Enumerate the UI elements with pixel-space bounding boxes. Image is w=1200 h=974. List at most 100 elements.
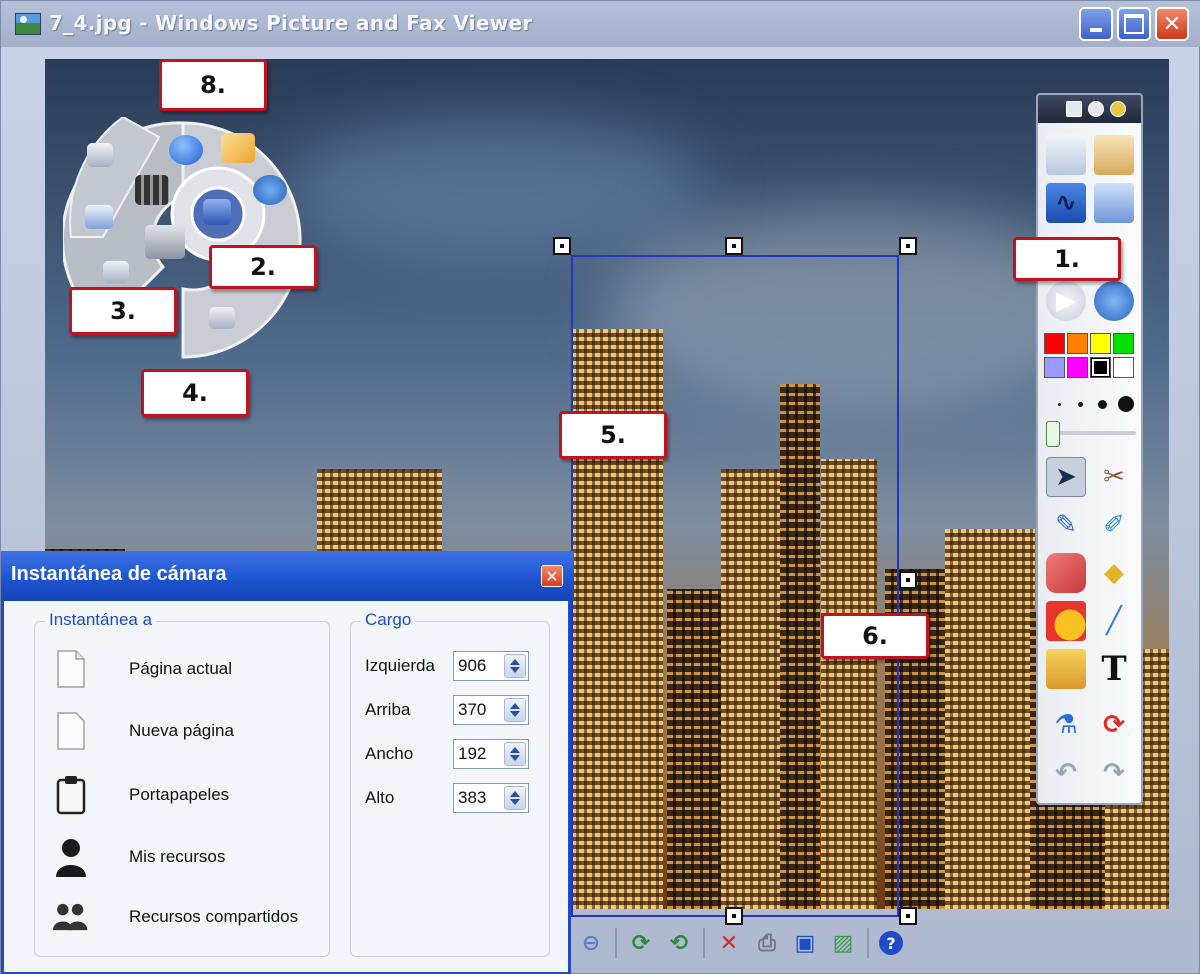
- dialog-title: Instantánea de cámara: [11, 563, 227, 585]
- height-input[interactable]: 383: [453, 783, 529, 813]
- option-label: Recursos compartidos: [129, 907, 299, 926]
- option-current-page[interactable]: Página actual: [53, 644, 232, 694]
- palette-pin-icon[interactable]: [1110, 101, 1126, 117]
- selection-handle-right[interactable]: [899, 571, 917, 589]
- delete-icon[interactable]: ✕: [715, 929, 743, 957]
- palette-menu-icon[interactable]: [1066, 101, 1082, 117]
- palette-collapse-icon[interactable]: [1088, 101, 1104, 117]
- camera-icon[interactable]: [145, 225, 185, 259]
- viewer-toolbar: ⊖ ⟳ ⟲ ✕ ⎙ ▣ ▨ ?: [571, 921, 931, 965]
- top-label: Arriba: [365, 700, 411, 719]
- option-new-page[interactable]: Nueva página: [53, 706, 234, 756]
- help-icon[interactable]: ?: [879, 931, 903, 955]
- color-swatch[interactable]: [1113, 333, 1134, 354]
- area-capture-icon[interactable]: [103, 261, 129, 283]
- capture-selection-rectangle[interactable]: [571, 255, 899, 917]
- edit-image-icon[interactable]: ▨: [829, 929, 857, 957]
- redo-icon[interactable]: ↷: [1094, 753, 1134, 793]
- window-title: 7_4.jpg - Windows Picture and Fax Viewer: [49, 11, 533, 35]
- left-value: 906: [458, 656, 487, 675]
- selection-handle-top-left[interactable]: [553, 237, 571, 255]
- contact-card-icon[interactable]: [1094, 135, 1134, 175]
- color-swatch[interactable]: [1090, 333, 1111, 354]
- window-capture-icon[interactable]: [87, 143, 113, 167]
- callout-2: 2.: [209, 245, 317, 289]
- maximize-button[interactable]: [1117, 7, 1151, 41]
- position-group: Cargo Izquierda 906 Arriba 370 Ancho 192: [350, 610, 550, 957]
- signature-pen-icon[interactable]: ∿: [1046, 183, 1086, 223]
- position-group-label: Cargo: [361, 610, 416, 630]
- toolbar-separator: [703, 928, 705, 958]
- selection-handle-top[interactable]: [725, 237, 743, 255]
- tools-icon[interactable]: ✂: [1094, 457, 1134, 497]
- print-icon[interactable]: ⎙: [753, 929, 781, 957]
- new-page-icon: [53, 709, 89, 753]
- person-icon: [53, 835, 89, 879]
- transparency-slider-thumb[interactable]: [1046, 421, 1060, 447]
- line-width-3[interactable]: [1098, 400, 1107, 409]
- refresh-link-icon[interactable]: [253, 175, 287, 205]
- color-swatch-selected[interactable]: [1090, 357, 1111, 378]
- link-icon[interactable]: [1094, 281, 1134, 321]
- width-value: 192: [458, 744, 487, 763]
- left-spinner[interactable]: [504, 654, 526, 678]
- height-field-row: Alto 383: [365, 782, 529, 814]
- height-spinner[interactable]: [504, 786, 526, 810]
- top-spinner[interactable]: [504, 698, 526, 722]
- text-tool-icon[interactable]: T: [1094, 649, 1134, 689]
- option-my-resources[interactable]: Mis recursos: [53, 832, 225, 882]
- freehand-capture-icon[interactable]: [209, 307, 235, 329]
- minimize-button[interactable]: [1079, 7, 1113, 41]
- palette-header[interactable]: [1038, 95, 1141, 123]
- option-shared-resources[interactable]: Recursos compartidos: [53, 892, 298, 942]
- rotate-clockwise-icon[interactable]: ⟳: [627, 929, 655, 957]
- color-swatch[interactable]: [1044, 333, 1065, 354]
- color-swatch[interactable]: [1067, 357, 1088, 378]
- shapes-icon[interactable]: [1046, 601, 1086, 641]
- select-arrow-icon[interactable]: ➤: [1046, 457, 1086, 497]
- top-value: 370: [458, 700, 487, 719]
- line-width-1[interactable]: [1058, 403, 1061, 406]
- eraser-icon[interactable]: [1046, 553, 1086, 593]
- top-input[interactable]: 370: [453, 695, 529, 725]
- title-bar[interactable]: 7_4.jpg - Windows Picture and Fax Viewer…: [1, 1, 1200, 47]
- undo-icon[interactable]: ↶: [1046, 753, 1086, 793]
- line-width-2[interactable]: [1078, 402, 1083, 407]
- people-icon: [53, 895, 89, 939]
- screen-capture-tool-icon[interactable]: [203, 199, 231, 225]
- save-icon[interactable]: ▣: [791, 929, 819, 957]
- clear-page-icon[interactable]: ⚗: [1046, 705, 1086, 745]
- rotate-counterclockwise-icon[interactable]: ⟲: [665, 929, 693, 957]
- toolbar-separator: [867, 928, 869, 958]
- width-input[interactable]: 192: [453, 739, 529, 769]
- dialog-title-bar[interactable]: Instantánea de cámara ✕: [1, 551, 574, 601]
- globe-icon[interactable]: [169, 135, 203, 165]
- highlighter-icon[interactable]: ✐: [1094, 505, 1134, 545]
- pen-on-page-icon[interactable]: [221, 133, 255, 163]
- selection-handle-top-right[interactable]: [899, 237, 917, 255]
- width-spinner[interactable]: [504, 742, 526, 766]
- capture-tools-icon[interactable]: [1094, 183, 1134, 223]
- left-input[interactable]: 906: [453, 651, 529, 681]
- color-swatch[interactable]: [1044, 357, 1065, 378]
- line-tool-icon[interactable]: ╱: [1094, 601, 1134, 641]
- play-icon[interactable]: ▶: [1046, 281, 1086, 321]
- close-button[interactable]: ✕: [1155, 7, 1189, 41]
- color-swatch[interactable]: [1067, 333, 1088, 354]
- screen-icon[interactable]: [85, 205, 113, 229]
- dialog-close-icon[interactable]: ✕: [541, 565, 563, 587]
- fill-bucket-icon[interactable]: ◆: [1094, 553, 1134, 593]
- color-swatch[interactable]: [1113, 357, 1134, 378]
- pen-icon[interactable]: ✎: [1046, 505, 1086, 545]
- option-clipboard[interactable]: Portapapeles: [53, 770, 229, 820]
- line-width-4[interactable]: [1118, 396, 1134, 412]
- zoom-out-icon[interactable]: ⊖: [577, 929, 605, 957]
- reset-page-icon[interactable]: ⟳: [1094, 705, 1134, 745]
- gallery-icon[interactable]: [1046, 649, 1086, 689]
- keyboard-grid-icon[interactable]: [135, 175, 169, 205]
- width-field-row: Ancho 192: [365, 738, 529, 770]
- left-label: Izquierda: [365, 656, 435, 675]
- callout-3: 3.: [69, 287, 177, 335]
- snapshot-to-label: Instantánea a: [45, 610, 157, 630]
- page-sorter-icon[interactable]: [1046, 135, 1086, 175]
